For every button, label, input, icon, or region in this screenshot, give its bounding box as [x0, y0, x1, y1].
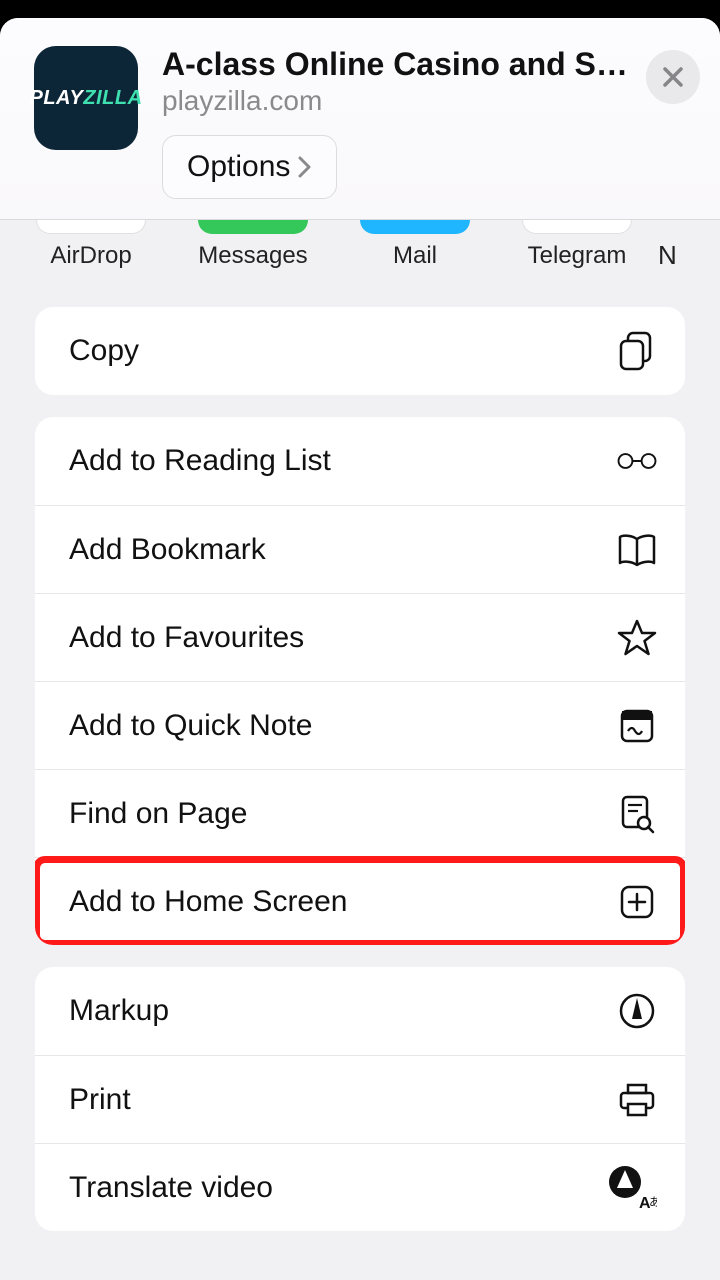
- row-label: Add to Home Screen: [69, 885, 347, 919]
- airdrop-icon: [36, 220, 146, 234]
- row-label: Markup: [69, 994, 169, 1028]
- site-favicon: PLAYZILLA: [34, 46, 138, 150]
- bookmark-row[interactable]: Add Bookmark: [35, 505, 685, 593]
- mail-icon: [360, 220, 470, 234]
- row-label: Print: [69, 1083, 131, 1117]
- row-label: Add Bookmark: [69, 533, 266, 567]
- copy-icon: [617, 331, 657, 371]
- find-on-page-row[interactable]: Find on Page: [35, 769, 685, 857]
- plus-square-icon: [617, 882, 657, 922]
- share-target-label: AirDrop: [10, 242, 172, 270]
- markup-row[interactable]: Markup: [35, 967, 685, 1055]
- page-url: playzilla.com: [162, 85, 636, 117]
- options-button[interactable]: Options: [162, 135, 337, 199]
- share-target-label: Telegram: [496, 242, 658, 270]
- page-title: A-class Online Casino and Spor...: [162, 46, 636, 83]
- telegram-icon: [522, 220, 632, 234]
- quick-note-icon: [617, 706, 657, 746]
- messages-icon: [198, 220, 308, 234]
- row-label: Add to Favourites: [69, 621, 304, 655]
- copy-row[interactable]: Copy: [35, 307, 685, 395]
- row-label: Add to Quick Note: [69, 709, 312, 743]
- quick-note-row[interactable]: Add to Quick Note: [35, 681, 685, 769]
- section-extra: Markup Print Translate video: [35, 967, 685, 1231]
- find-icon: [617, 794, 657, 834]
- row-label: Copy: [69, 334, 139, 368]
- markup-icon: [617, 991, 657, 1031]
- share-target-mail[interactable]: Mail: [334, 220, 496, 271]
- translate-video-row[interactable]: Translate video A あ: [35, 1143, 685, 1231]
- section-copy: Copy: [35, 307, 685, 395]
- share-targets-row[interactable]: AirDrop Messages Mail Telegram N: [0, 220, 720, 285]
- share-target-overflow[interactable]: N: [658, 220, 677, 271]
- star-icon: [617, 618, 657, 658]
- share-target-label: Messages: [172, 242, 334, 270]
- chevron-right-icon: [298, 156, 312, 178]
- share-sheet: PLAYZILLA A-class Online Casino and Spor…: [0, 18, 720, 1280]
- svg-text:あ: あ: [649, 1195, 657, 1209]
- favourites-row[interactable]: Add to Favourites: [35, 593, 685, 681]
- share-target-label: Mail: [334, 242, 496, 270]
- share-target-telegram[interactable]: Telegram: [496, 220, 658, 271]
- header-text: A-class Online Casino and Spor... playzi…: [138, 46, 636, 199]
- close-icon: [662, 66, 684, 88]
- options-label: Options: [187, 150, 290, 184]
- add-to-home-screen-row[interactable]: Add to Home Screen: [35, 857, 685, 945]
- printer-icon: [617, 1080, 657, 1120]
- translate-icon: A あ: [605, 1164, 657, 1212]
- close-button[interactable]: [646, 50, 700, 104]
- share-target-messages[interactable]: Messages: [172, 220, 334, 271]
- book-icon: [617, 530, 657, 570]
- section-actions: Add to Reading List Add Bookmark Add to …: [35, 417, 685, 945]
- row-label: Find on Page: [69, 797, 247, 831]
- share-target-airdrop[interactable]: AirDrop: [10, 220, 172, 271]
- reading-list-row[interactable]: Add to Reading List: [35, 417, 685, 505]
- print-row[interactable]: Print: [35, 1055, 685, 1143]
- glasses-icon: [617, 441, 657, 481]
- row-label: Translate video: [69, 1171, 273, 1205]
- share-header: PLAYZILLA A-class Online Casino and Spor…: [0, 18, 720, 220]
- row-label: Add to Reading List: [69, 444, 331, 478]
- site-logo-text: PLAYZILLA: [30, 87, 143, 110]
